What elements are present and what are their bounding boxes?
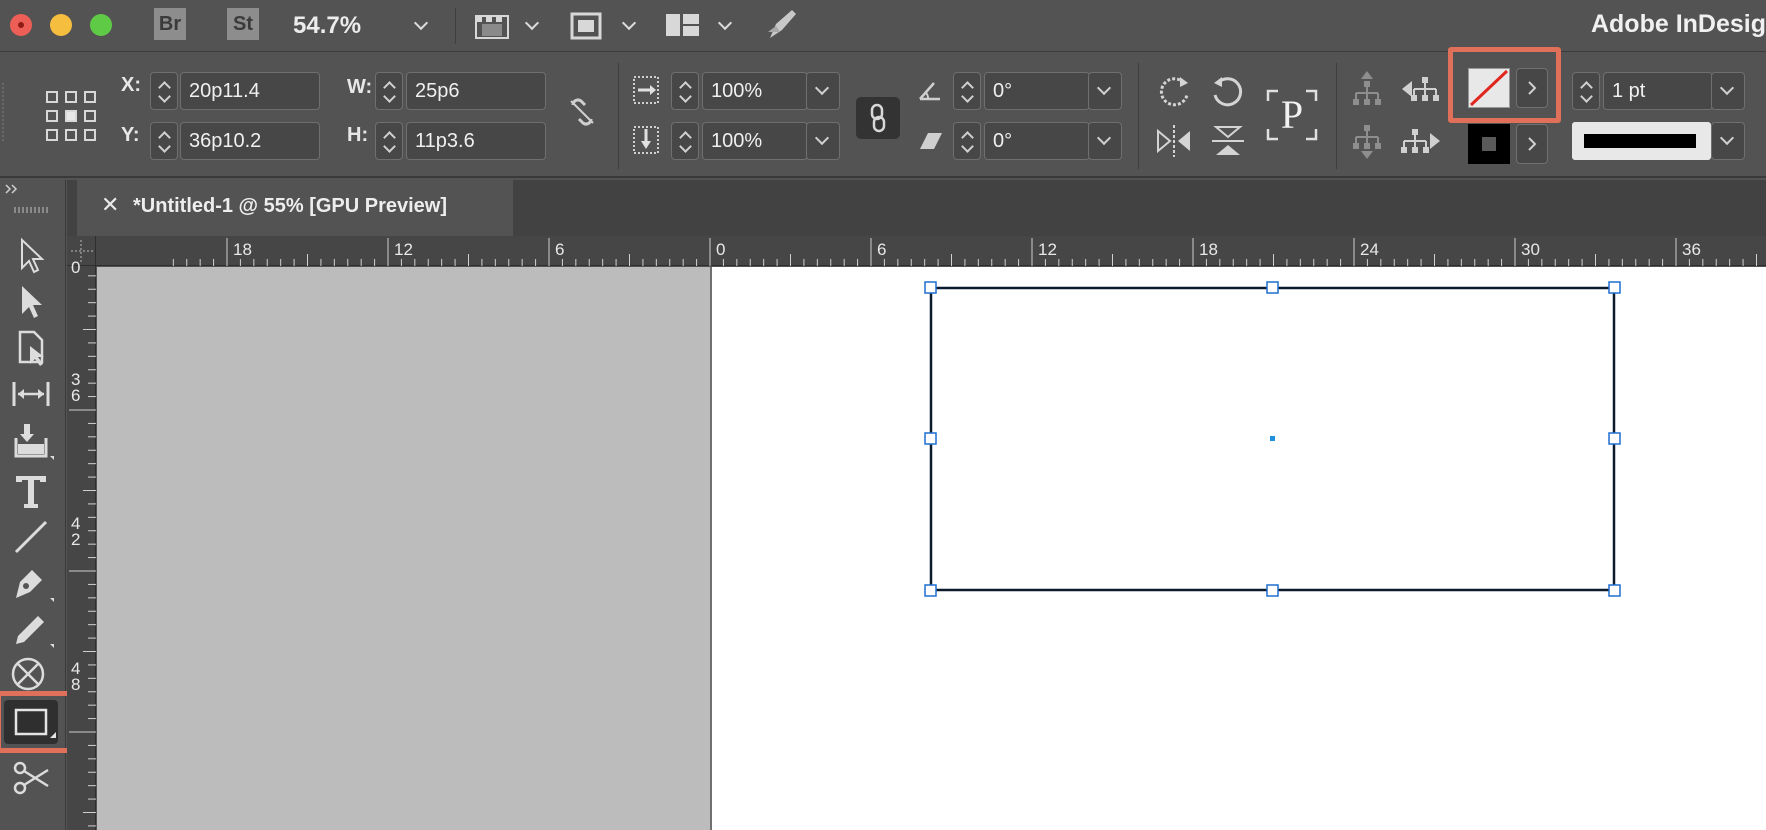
handle-middle-left[interactable] — [924, 432, 937, 445]
handle-top-left[interactable] — [924, 281, 937, 294]
handle-bottom-left[interactable] — [924, 584, 937, 597]
handle-top-right[interactable] — [1608, 281, 1621, 294]
center-point[interactable] — [1270, 436, 1275, 441]
selected-rectangle-frame[interactable] — [0, 0, 1766, 830]
handle-middle-right[interactable] — [1608, 432, 1621, 445]
handle-top-center[interactable] — [1266, 281, 1279, 294]
handle-bottom-right[interactable] — [1608, 584, 1621, 597]
handle-bottom-center[interactable] — [1266, 584, 1279, 597]
